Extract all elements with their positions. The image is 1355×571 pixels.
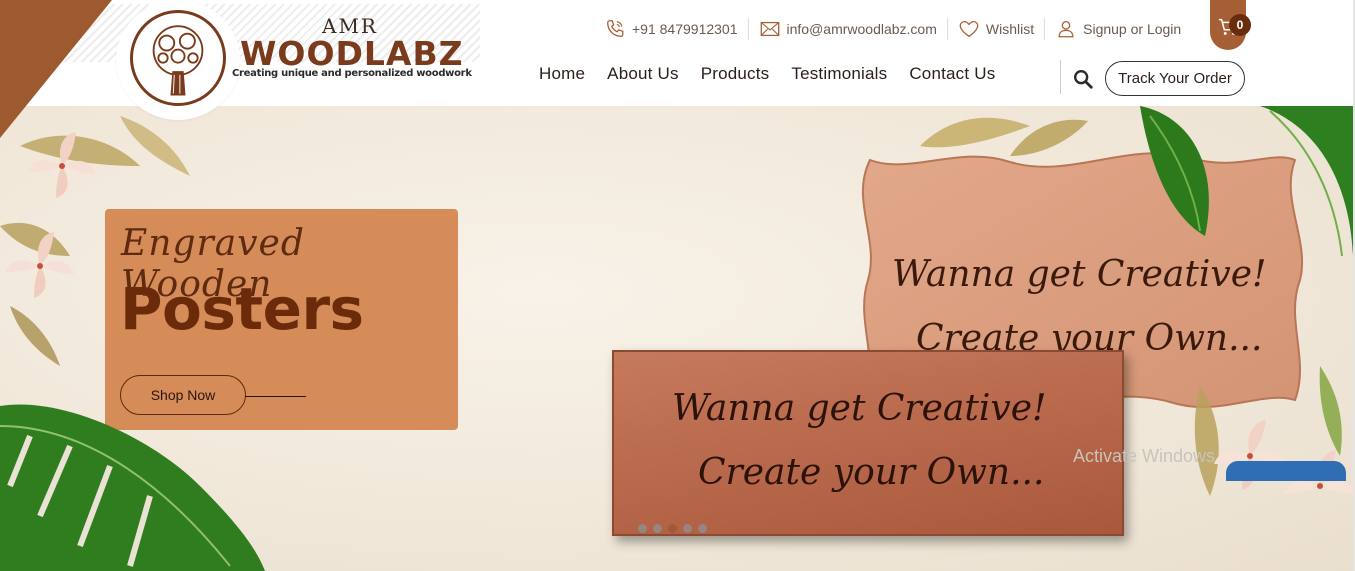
wishlist-link[interactable]: Wishlist xyxy=(948,18,1046,40)
wooden-sign-front: Wanna get Creative! Create your Own... xyxy=(612,350,1124,536)
corner-decoration xyxy=(0,0,112,138)
monstera-leaf-icon xyxy=(0,404,265,571)
user-icon xyxy=(1058,21,1074,38)
track-order-button[interactable]: Track Your Order xyxy=(1105,61,1245,96)
tree-logo-icon[interactable] xyxy=(130,10,226,106)
brand-tagline: Creating unique and personalized woodwor… xyxy=(232,68,472,79)
email-address: info@amrwoodlabz.com xyxy=(786,21,937,37)
top-contact-bar: +91 8479912301 info@amrwoodlabz.com Wish… xyxy=(594,16,1191,42)
email-link[interactable]: info@amrwoodlabz.com xyxy=(749,18,948,40)
carousel-dots xyxy=(638,524,707,533)
hero-banner: Engraved Wooden Posters Shop Now Wanna g… xyxy=(0,106,1353,571)
activate-windows-watermark: Activate Windows xyxy=(1073,446,1216,466)
carousel-dot-active[interactable] xyxy=(668,524,677,533)
mail-icon xyxy=(760,21,779,37)
promo-title: Posters xyxy=(120,275,364,343)
carousel-dot[interactable] xyxy=(653,524,662,533)
search-icon[interactable] xyxy=(1072,68,1094,90)
phone-icon xyxy=(607,20,624,37)
carousel-dot[interactable] xyxy=(698,524,707,533)
nav-about-us[interactable]: About Us xyxy=(596,64,690,84)
account-link[interactable]: Signup or Login xyxy=(1045,18,1191,40)
nav-testimonials[interactable]: Testimonials xyxy=(780,64,898,84)
phone-link[interactable]: +91 8479912301 xyxy=(594,18,749,40)
palm-leaf-icon xyxy=(1140,106,1353,257)
nav-contact-us[interactable]: Contact Us xyxy=(898,64,1006,84)
nav-home[interactable]: Home xyxy=(528,64,596,84)
heart-icon xyxy=(959,21,979,38)
main-nav: Home About Us Products Testimonials Cont… xyxy=(528,64,1006,84)
carousel-dot[interactable] xyxy=(683,524,692,533)
account-label: Signup or Login xyxy=(1083,21,1182,37)
cart-count-badge: 0 xyxy=(1229,14,1251,36)
nav-divider xyxy=(1060,60,1061,94)
sign-front-line2: Create your Own... xyxy=(698,452,1045,493)
wishlist-label: Wishlist xyxy=(985,21,1035,37)
phone-number: +91 8479912301 xyxy=(632,21,738,37)
carousel-dot[interactable] xyxy=(638,524,647,533)
sign-front-line1: Wanna get Creative! xyxy=(672,388,1047,429)
chat-widget[interactable] xyxy=(1226,461,1346,481)
nav-products[interactable]: Products xyxy=(690,64,781,84)
